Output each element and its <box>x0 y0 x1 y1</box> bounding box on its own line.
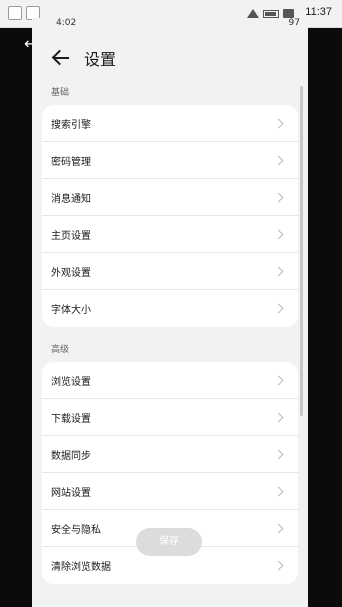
left-edge <box>0 28 32 607</box>
inner-status-bar: 4:02 97 <box>32 18 308 28</box>
chevron-right-icon <box>273 486 284 496</box>
row-label: 消息通知 <box>51 193 91 205</box>
row-label: 字体大小 <box>51 305 91 316</box>
settings-row-site[interactable]: 网站设置 <box>42 473 298 510</box>
status-icons <box>247 9 294 18</box>
row-label: 外观设置 <box>51 267 91 279</box>
settings-row-browsing[interactable]: 浏览设置 <box>42 362 298 399</box>
row-label: 主页设置 <box>51 230 91 242</box>
chevron-right-icon <box>273 266 284 276</box>
chevron-right-icon <box>273 192 284 202</box>
settings-row-homepage[interactable]: 主页设置 <box>42 216 298 253</box>
settings-row-password[interactable]: 密码管理 <box>42 142 298 179</box>
wifi-icon <box>247 9 259 18</box>
page-title: 设置 <box>84 50 117 69</box>
row-label: 数据同步 <box>51 450 91 462</box>
battery-icon <box>263 9 279 18</box>
row-label: 安全与隐私 <box>51 524 101 536</box>
chevron-right-icon <box>273 118 284 128</box>
row-label: 清除浏览数据 <box>51 562 111 573</box>
notification-icon <box>8 6 22 20</box>
chevron-right-icon <box>273 523 284 533</box>
chevron-right-icon <box>273 560 284 571</box>
settings-row-font-size[interactable]: 字体大小 <box>42 290 298 327</box>
save-toast: 保存 <box>136 528 202 556</box>
right-edge <box>308 28 342 607</box>
chevron-right-icon <box>273 303 284 314</box>
chevron-right-icon <box>273 449 284 459</box>
row-label: 搜索引擎 <box>51 119 91 131</box>
scrollbar[interactable] <box>300 86 303 416</box>
inner-battery: 97 <box>288 18 300 28</box>
section-label-advanced: 高级 <box>51 345 70 355</box>
chevron-right-icon <box>273 229 284 239</box>
settings-row-download[interactable]: 下载设置 <box>42 399 298 436</box>
settings-row-appearance[interactable]: 外观设置 <box>42 253 298 290</box>
basic-settings-card: 搜索引擎 密码管理 消息通知 主页设置 外观设置 字体大小 <box>42 105 298 327</box>
settings-row-search-engine[interactable]: 搜索引擎 <box>42 105 298 142</box>
chevron-right-icon <box>273 375 284 385</box>
row-label: 网站设置 <box>51 487 91 499</box>
page-header: 设置 <box>32 38 308 78</box>
row-label: 浏览设置 <box>51 376 91 388</box>
chevron-right-icon <box>273 412 284 422</box>
chevron-right-icon <box>273 155 284 165</box>
sd-icon <box>283 9 294 18</box>
row-label: 密码管理 <box>51 156 91 168</box>
row-label: 下载设置 <box>51 413 91 425</box>
inner-time: 4:02 <box>56 18 77 28</box>
system-clock: 11:37 <box>305 6 332 18</box>
settings-row-sync[interactable]: 数据同步 <box>42 436 298 473</box>
settings-row-notifications[interactable]: 消息通知 <box>42 179 298 216</box>
settings-screen: 4:02 97 设置 基础 搜索引擎 密码管理 消息通知 主页设置 外观设置 字… <box>32 18 308 607</box>
back-arrow-icon[interactable] <box>52 48 72 68</box>
section-label-basic: 基础 <box>51 88 70 98</box>
